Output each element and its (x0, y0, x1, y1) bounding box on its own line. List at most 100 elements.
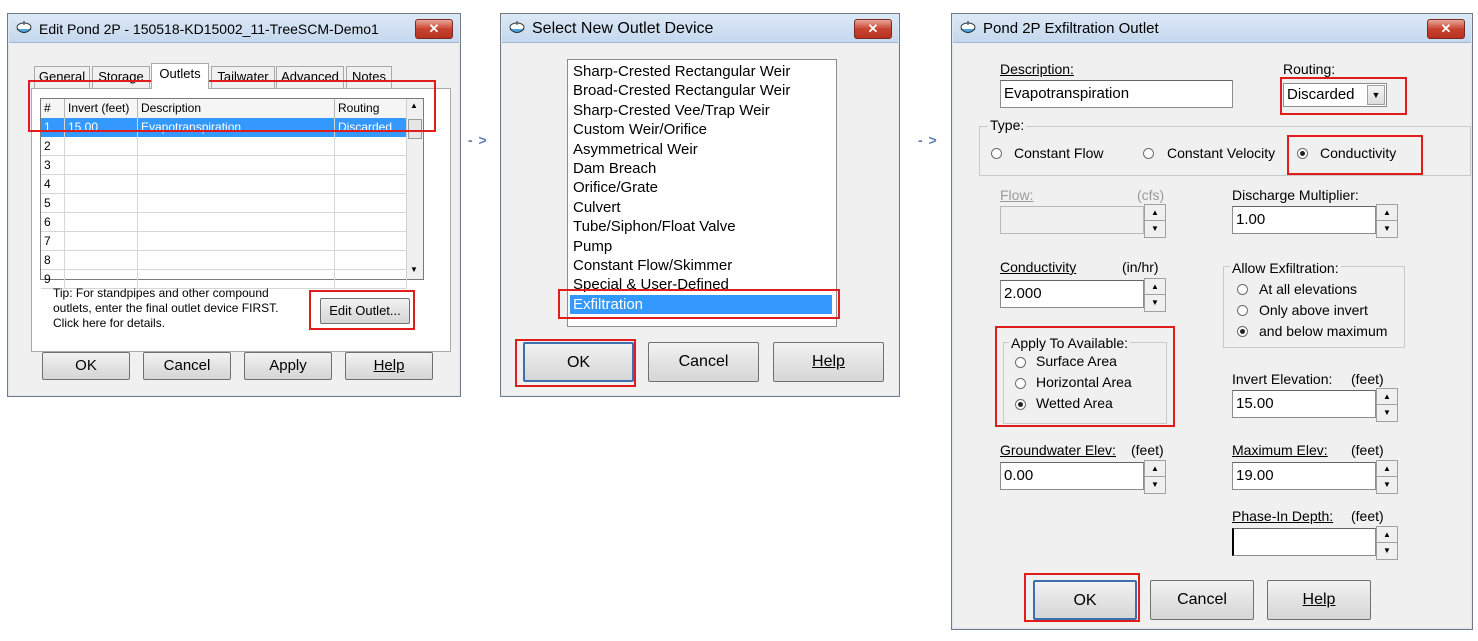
row-number-cell[interactable]: 5 (41, 194, 65, 213)
invert-elevation-field[interactable]: 15.00 (1232, 390, 1376, 418)
conductivity-spinner[interactable]: ▲ ▼ (1144, 278, 1166, 312)
list-item[interactable]: Constant Flow/Skimmer (570, 256, 832, 275)
title-bar[interactable]: Pond 2P Exfiltration Outlet ✕ (953, 15, 1471, 43)
table-row[interactable]: 7 (41, 232, 407, 251)
list-item[interactable]: Custom Weir/Orifice (570, 120, 832, 139)
row-invert-cell[interactable] (65, 232, 138, 251)
spin-up-icon[interactable]: ▲ (1145, 461, 1165, 477)
row-invert-cell[interactable] (65, 137, 138, 156)
allow-below-maximum-radio[interactable] (1237, 326, 1248, 337)
row-number-cell[interactable]: 6 (41, 213, 65, 232)
row-invert-cell[interactable] (65, 175, 138, 194)
phase-in-depth-field[interactable] (1232, 528, 1376, 556)
title-bar[interactable]: Select New Outlet Device ✕ (502, 15, 898, 43)
allow-below-maximum-label[interactable]: and below maximum (1259, 323, 1387, 339)
help-button[interactable]: Help (345, 352, 433, 380)
row-description-cell[interactable] (138, 175, 335, 194)
outlet-device-list[interactable]: Sharp-Crested Rectangular Weir Broad-Cres… (567, 59, 837, 327)
groundwater-spinner[interactable]: ▲ ▼ (1144, 460, 1166, 494)
type-constant-flow-radio[interactable] (991, 148, 1002, 159)
allow-above-invert-label[interactable]: Only above invert (1259, 302, 1368, 318)
type-constant-flow-label[interactable]: Constant Flow (1014, 145, 1103, 161)
help-button[interactable]: Help (1267, 580, 1371, 620)
spin-down-icon[interactable]: ▼ (1145, 477, 1165, 493)
ok-button[interactable]: OK (42, 352, 130, 380)
row-routing-cell[interactable] (335, 232, 407, 251)
spin-down-icon[interactable]: ▼ (1377, 543, 1397, 559)
row-routing-cell[interactable] (335, 175, 407, 194)
spin-up-icon[interactable]: ▲ (1145, 205, 1165, 221)
allow-all-elevations-label[interactable]: At all elevations (1259, 281, 1357, 297)
list-item[interactable]: Sharp-Crested Vee/Trap Weir (570, 101, 832, 120)
spin-down-icon[interactable]: ▼ (1377, 405, 1397, 421)
spin-down-icon[interactable]: ▼ (1145, 295, 1165, 311)
list-item[interactable]: Dam Breach (570, 159, 832, 178)
table-row[interactable]: 2 (41, 137, 407, 156)
type-constant-velocity-radio[interactable] (1143, 148, 1154, 159)
help-button[interactable]: Help (773, 342, 884, 382)
row-number-cell[interactable]: 4 (41, 175, 65, 194)
list-item[interactable]: Broad-Crested Rectangular Weir (570, 81, 832, 100)
spin-up-icon[interactable]: ▲ (1145, 279, 1165, 295)
title-bar[interactable]: Edit Pond 2P - 150518-KD15002_11-TreeSCM… (9, 15, 459, 43)
row-routing-cell[interactable] (335, 137, 407, 156)
invert-elevation-spinner[interactable]: ▲ ▼ (1376, 388, 1398, 422)
list-item[interactable]: Sharp-Crested Rectangular Weir (570, 62, 832, 81)
phase-in-depth-spinner[interactable]: ▲ ▼ (1376, 526, 1398, 560)
row-routing-cell[interactable] (335, 194, 407, 213)
spin-up-icon[interactable]: ▲ (1377, 389, 1397, 405)
spin-up-icon[interactable]: ▲ (1377, 205, 1397, 221)
row-number-cell[interactable]: 8 (41, 251, 65, 270)
type-constant-velocity-label[interactable]: Constant Velocity (1167, 145, 1275, 161)
table-row[interactable]: 3 (41, 156, 407, 175)
row-invert-cell[interactable] (65, 213, 138, 232)
row-routing-cell[interactable] (335, 156, 407, 175)
row-invert-cell[interactable] (65, 194, 138, 213)
spin-down-icon[interactable]: ▼ (1145, 221, 1165, 237)
row-description-cell[interactable] (138, 156, 335, 175)
cancel-button[interactable]: Cancel (648, 342, 759, 382)
row-number-cell[interactable]: 7 (41, 232, 65, 251)
discharge-spinner[interactable]: ▲ ▼ (1376, 204, 1398, 238)
row-description-cell[interactable] (138, 137, 335, 156)
description-field[interactable]: Evapotranspiration (1000, 80, 1233, 108)
spin-up-icon[interactable]: ▲ (1377, 461, 1397, 477)
row-routing-cell[interactable] (335, 270, 407, 289)
list-item[interactable]: Tube/Siphon/Float Valve (570, 217, 832, 236)
apply-button[interactable]: Apply (244, 352, 332, 380)
close-button[interactable]: ✕ (1427, 19, 1465, 39)
discharge-field[interactable]: 1.00 (1232, 206, 1376, 234)
maximum-elev-spinner[interactable]: ▲ ▼ (1376, 460, 1398, 494)
row-description-cell[interactable] (138, 251, 335, 270)
list-item[interactable]: Pump (570, 237, 832, 256)
conductivity-field[interactable]: 2.000 (1000, 280, 1144, 308)
maximum-elev-field[interactable]: 19.00 (1232, 462, 1376, 490)
spin-down-icon[interactable]: ▼ (1377, 477, 1397, 493)
spin-up-icon[interactable]: ▲ (1377, 527, 1397, 543)
allow-all-elevations-radio[interactable] (1237, 284, 1248, 295)
list-item[interactable]: Orifice/Grate (570, 178, 832, 197)
list-item[interactable]: Asymmetrical Weir (570, 140, 832, 159)
table-row[interactable]: 5 (41, 194, 407, 213)
close-button[interactable]: ✕ (415, 19, 453, 39)
row-description-cell[interactable] (138, 213, 335, 232)
row-description-cell[interactable] (138, 232, 335, 251)
tab-outlets[interactable]: Outlets (151, 63, 209, 89)
cancel-button[interactable]: Cancel (1150, 580, 1254, 620)
row-number-cell[interactable]: 2 (41, 137, 65, 156)
cancel-button[interactable]: Cancel (143, 352, 231, 380)
tip-text[interactable]: Tip: For standpipes and other compound o… (53, 286, 278, 331)
row-number-cell[interactable]: 3 (41, 156, 65, 175)
row-description-cell[interactable] (138, 194, 335, 213)
spin-down-icon[interactable]: ▼ (1377, 221, 1397, 237)
allow-above-invert-radio[interactable] (1237, 305, 1248, 316)
table-row[interactable]: 4 (41, 175, 407, 194)
flow-field[interactable] (1000, 206, 1144, 234)
row-invert-cell[interactable] (65, 251, 138, 270)
row-routing-cell[interactable] (335, 251, 407, 270)
table-row[interactable]: 6 (41, 213, 407, 232)
row-routing-cell[interactable] (335, 213, 407, 232)
groundwater-field[interactable]: 0.00 (1000, 462, 1144, 490)
close-button[interactable]: ✕ (854, 19, 892, 39)
table-row[interactable]: 8 (41, 251, 407, 270)
